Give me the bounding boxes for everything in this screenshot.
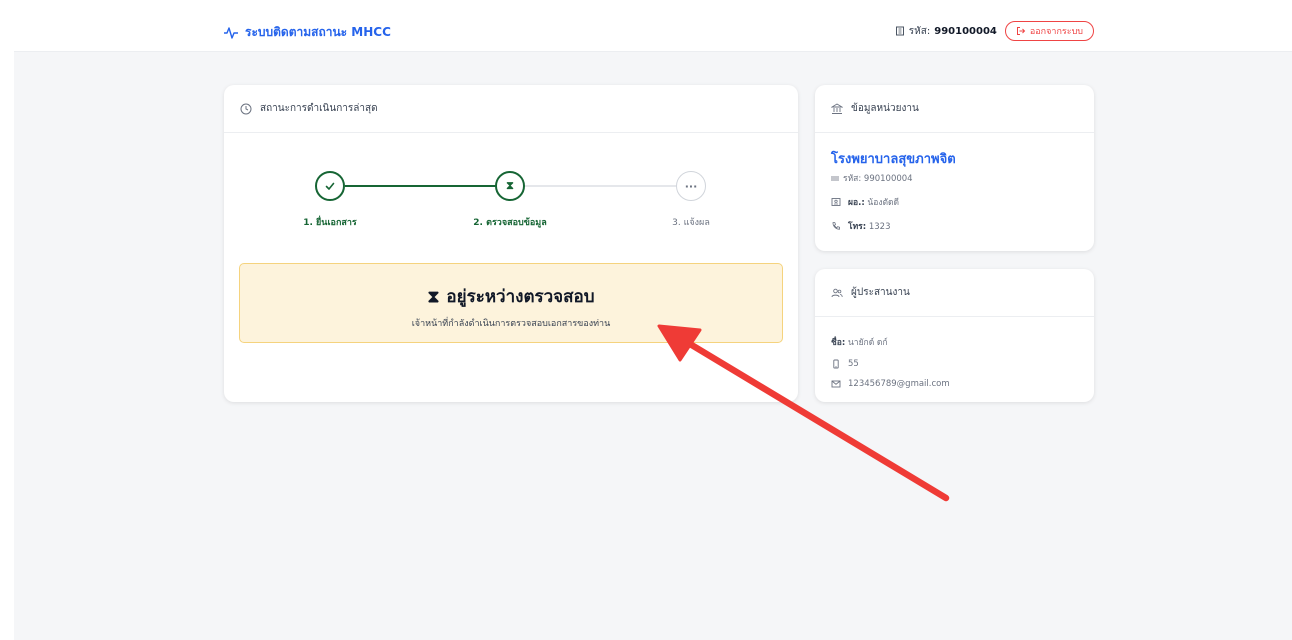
brand[interactable]: ระบบติดตามสถานะ MHCC [223, 23, 391, 42]
step-1-label: 1. ยื่นเอกสาร [303, 218, 357, 228]
step-3-circle: ··· [676, 171, 706, 201]
user-box: รหัส: 990100004 ออกจากระบบ [895, 21, 1094, 41]
coordinator-mobile-row: 55 [831, 359, 1078, 369]
status-card-title: สถานะการดำเนินการล่าสุด [260, 103, 378, 114]
pending-title-text: อยู่ระหว่างตรวจสอบ [446, 287, 595, 307]
agency-body: โรงพยาบาลสุขภาพจิต รหัส: 990100004 ผอ.: … [815, 133, 1094, 233]
phone-value: 1323 [868, 222, 891, 232]
coordinator-name-value: นายักด์ ดก์ [847, 338, 888, 348]
agency-card-header: ข้อมูลหน่วยงาน [815, 85, 1094, 133]
ellipsis-icon: ··· [684, 179, 698, 193]
pending-subtitle: เจ้าหน้าที่กำลังดำเนินการตรวจสอบเอกสารขอ… [411, 319, 611, 329]
step-3-label: 3. แจ้งผล [672, 218, 710, 228]
status-card: สถานะการดำเนินการล่าสุด ⧗ ··· 1. ยื่นเอก… [224, 85, 798, 402]
agency-phone-row: โทร: 1323 [831, 219, 1078, 233]
bank-icon [831, 102, 843, 114]
step-connector-complete [345, 185, 507, 187]
logout-icon [1016, 27, 1026, 35]
agency-name: โรงพยาบาลสุขภาพจิต [831, 152, 956, 167]
agency-code: รหัส: 990100004 [831, 171, 1078, 185]
coordinator-body: ชื่อ: นายักด์ ดก์ 55 123456789@gmail.com [815, 317, 1094, 389]
agency-director-row: ผอ.: น้องตัดดี [831, 195, 1078, 209]
pending-title: ⧗ อยู่ระหว่างตรวจสอบ [240, 283, 782, 310]
check-icon [325, 182, 335, 190]
agency-card-title: ข้อมูลหน่วยงาน [851, 103, 919, 114]
step-2-circle: ⧗ [495, 171, 525, 201]
app-frame: ระบบติดตามสถานะ MHCC รหัส: 990100004 ออก… [14, 10, 1292, 640]
code-value: 990100004 [934, 25, 997, 37]
user-code: รหัส: 990100004 [895, 24, 997, 39]
hourglass-icon: ⧗ [427, 286, 440, 307]
step-2-label: 2. ตรวจสอบข้อมูล [473, 218, 547, 228]
mobile-phone-icon [833, 359, 839, 369]
logout-button[interactable]: ออกจากระบบ [1004, 21, 1094, 41]
code-label: รหัส: [908, 25, 931, 37]
coordinator-email: 123456789@gmail.com [848, 379, 950, 389]
status-card-header: สถานะการดำเนินการล่าสุด [224, 85, 798, 133]
barcode-icon [831, 175, 839, 181]
coordinator-card-header: ผู้ประสานงาน [815, 269, 1094, 317]
mail-icon [831, 380, 841, 388]
coordinator-mobile: 55 [848, 359, 859, 369]
step-connector-pending [524, 185, 678, 187]
coordinator-name-label: ชื่อ: [831, 338, 846, 348]
coordinator-name-row: ชื่อ: นายักด์ ดก์ [831, 335, 1078, 349]
logout-label: ออกจากระบบ [1029, 27, 1083, 37]
coordinator-email-row: 123456789@gmail.com [831, 379, 1078, 389]
app-title: ระบบติดตามสถานะ MHCC [245, 25, 391, 39]
building-icon [895, 26, 904, 36]
hourglass-icon: ⧗ [506, 179, 514, 192]
clock-icon [240, 103, 252, 114]
phone-icon [832, 222, 840, 230]
users-icon [831, 288, 843, 297]
pending-status-banner: ⧗ อยู่ระหว่างตรวจสอบ เจ้าหน้าที่กำลังดำเ… [239, 263, 783, 343]
director-value: น้องตัดดี [867, 198, 900, 208]
phone-label: โทร: [848, 222, 867, 232]
step-1-circle [315, 171, 345, 201]
agency-card: ข้อมูลหน่วยงาน โรงพยาบาลสุขภาพจิต รหัส: … [815, 85, 1094, 251]
id-card-icon [831, 198, 841, 206]
director-label: ผอ.: [848, 198, 865, 208]
coordinator-card-title: ผู้ประสานงาน [851, 287, 910, 298]
progress-stepper: ⧗ ··· 1. ยื่นเอกสาร 2. ตรวจสอบข้อมูล 3. … [224, 133, 798, 233]
agency-code-text: รหัส: 990100004 [843, 174, 913, 184]
top-navbar: ระบบติดตามสถานะ MHCC รหัส: 990100004 ออก… [14, 10, 1292, 52]
coordinator-card: ผู้ประสานงาน ชื่อ: นายักด์ ดก์ 55 123456… [815, 269, 1094, 402]
activity-icon [224, 26, 238, 39]
